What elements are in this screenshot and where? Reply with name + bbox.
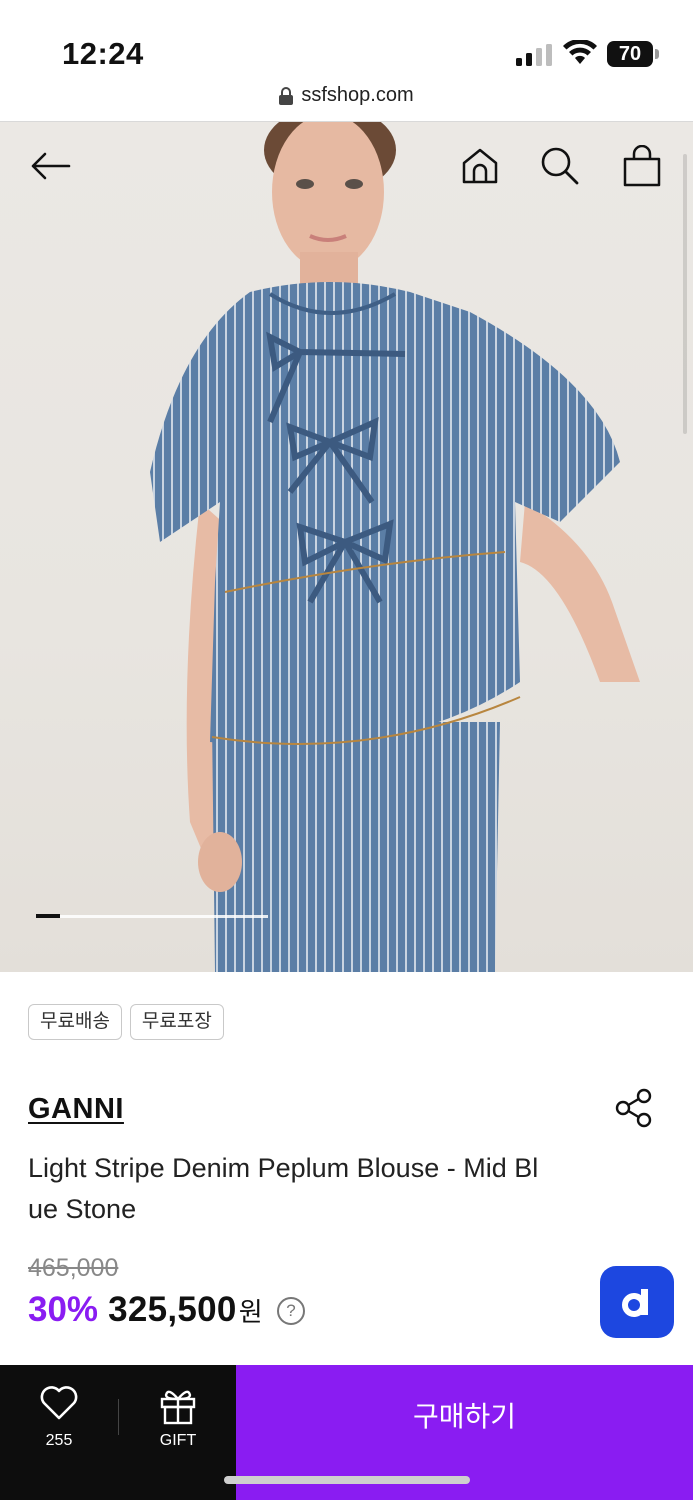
back-button[interactable] (28, 144, 72, 188)
badge-free-wrapping: 무료포장 (129, 1004, 224, 1040)
gift-icon (160, 1390, 196, 1425)
shopping-bag-icon (623, 145, 661, 187)
badge-free-shipping: 무료배송 (28, 1004, 122, 1040)
product-title: Light Stripe Denim Peplum Blouse - Mid B… (28, 1153, 539, 1224)
price-row: 30% 325,500 원 (28, 1290, 263, 1330)
wifi-icon (563, 40, 597, 64)
share-icon (615, 1088, 652, 1128)
gallery-progress-track (36, 915, 268, 918)
arrow-left-icon (31, 152, 71, 180)
search-button[interactable] (538, 144, 582, 188)
page-scrollbar[interactable] (683, 154, 687, 434)
home-button[interactable] (458, 144, 502, 188)
gallery-progress-thumb (36, 914, 60, 918)
share-button[interactable] (614, 1088, 658, 1128)
like-button[interactable]: 255 (18, 1385, 100, 1455)
product-image-gallery[interactable] (0, 122, 693, 972)
status-time: 12:24 (62, 36, 144, 71)
search-icon (541, 147, 579, 185)
discount-rate: 30% (28, 1290, 99, 1329)
product-photo (150, 122, 640, 972)
original-price: 465,000 (28, 1254, 119, 1282)
price-help-icon[interactable]: ? (277, 1297, 305, 1325)
home-indicator[interactable] (224, 1476, 470, 1484)
battery-icon: 70 (607, 41, 659, 67)
like-count: 255 (45, 1432, 73, 1449)
address-bar[interactable]: ssfshop.com (0, 80, 693, 122)
sale-price: 325,500 (108, 1290, 237, 1329)
home-icon (462, 148, 498, 184)
status-bar: 12:24 70 (0, 0, 693, 80)
badge-list: 무료배송 무료포장 (28, 1004, 224, 1040)
gift-button[interactable]: GIFT (140, 1385, 216, 1455)
lock-icon (279, 86, 294, 105)
heart-icon (40, 1386, 78, 1420)
battery-level: 70 (607, 41, 653, 67)
currency-unit: 원 (238, 1297, 263, 1327)
d-logo-icon (622, 1289, 648, 1317)
cart-button[interactable] (620, 144, 664, 188)
gift-label: GIFT (159, 1432, 197, 1449)
signal-icon (516, 44, 552, 66)
brand-link[interactable]: GANNI (28, 1093, 124, 1126)
d-floating-button[interactable] (600, 1266, 674, 1338)
url-text: ssfshop.com (301, 84, 414, 106)
